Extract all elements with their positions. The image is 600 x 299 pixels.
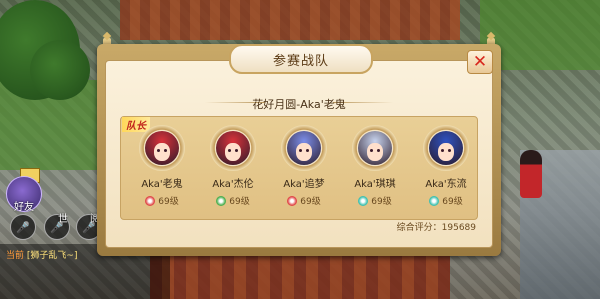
member-level-text: 69级 [158, 197, 179, 207]
portrait [216, 131, 250, 165]
dialog-title-plate: 参赛战队 [229, 44, 373, 74]
teal-role-icon [429, 195, 440, 206]
team-roster: 队长 Aka'老鬼 69级 Aka'杰伦 69级 Aka'追梦 69级 Aka'琪琪 69级 A… [120, 116, 478, 220]
world-channel-label: 世 [58, 214, 68, 225]
member-name: Aka'琪琪 [354, 179, 396, 190]
team-member-card[interactable]: Aka'老鬼 69级 [131, 125, 193, 213]
member-avatar[interactable] [352, 125, 398, 171]
member-level: 69级 [273, 194, 335, 207]
team-member-card[interactable]: Aka'杰伦 69级 [202, 125, 264, 213]
red-role-icon [287, 195, 298, 206]
member-name: Aka'老鬼 [141, 179, 183, 190]
member-level: 69级 [415, 194, 477, 207]
chat-channel: 当前 [6, 251, 25, 261]
palace-roof-top [120, 0, 460, 40]
member-name: Aka'杰伦 [212, 179, 254, 190]
tree [30, 40, 90, 100]
member-level: 69级 [131, 194, 193, 207]
team-member-card[interactable]: Aka'东流 69级 [415, 125, 477, 213]
teal-role-icon [358, 195, 369, 206]
friends-label: 好友 [14, 202, 34, 213]
friends-button[interactable]: 好友 [6, 176, 42, 213]
team-info-dialog: 参赛战队 ✕ 花好月圆-Aka'老鬼 队长 Aka'老鬼 69级 Aka'杰伦 69级… [97, 38, 501, 256]
member-level: 69级 [344, 194, 406, 207]
member-avatar[interactable] [423, 125, 469, 171]
portrait [358, 131, 392, 165]
member-level-text: 69级 [371, 197, 392, 207]
chat-text: [狮子乱飞~] [26, 251, 78, 261]
portrait [287, 131, 321, 165]
team-score: 综合评分：195689 [396, 223, 476, 233]
member-level-text: 69级 [300, 197, 321, 207]
dialog-title: 参赛战队 [272, 53, 329, 69]
team-member-card[interactable]: Aka'追梦 69级 [273, 125, 335, 213]
member-avatar[interactable] [281, 125, 327, 171]
member-level: 69级 [202, 194, 264, 207]
close-button[interactable]: ✕ [467, 50, 493, 74]
team-name: 花好月圆-Aka'老鬼 [252, 98, 346, 111]
member-level-text: 69级 [442, 197, 463, 207]
chat-line: 当前 [狮子乱飞~] [6, 248, 77, 261]
portrait [145, 131, 179, 165]
score-value: 195689 [441, 223, 476, 233]
member-name: Aka'追梦 [283, 179, 325, 190]
member-level-text: 69级 [229, 197, 250, 207]
score-label: 综合评分 [396, 223, 433, 233]
portrait [429, 131, 463, 165]
team-member-card[interactable]: Aka'琪琪 69级 [344, 125, 406, 213]
voice-icon[interactable]: 🎤 [10, 214, 36, 240]
member-avatar[interactable] [210, 125, 256, 171]
palace-roof-bottom [150, 255, 450, 299]
member-avatar[interactable] [139, 125, 185, 171]
green-role-icon [216, 195, 227, 206]
red-role-icon [145, 195, 156, 206]
member-name: Aka'东流 [425, 179, 467, 190]
npc-character[interactable] [520, 150, 542, 198]
